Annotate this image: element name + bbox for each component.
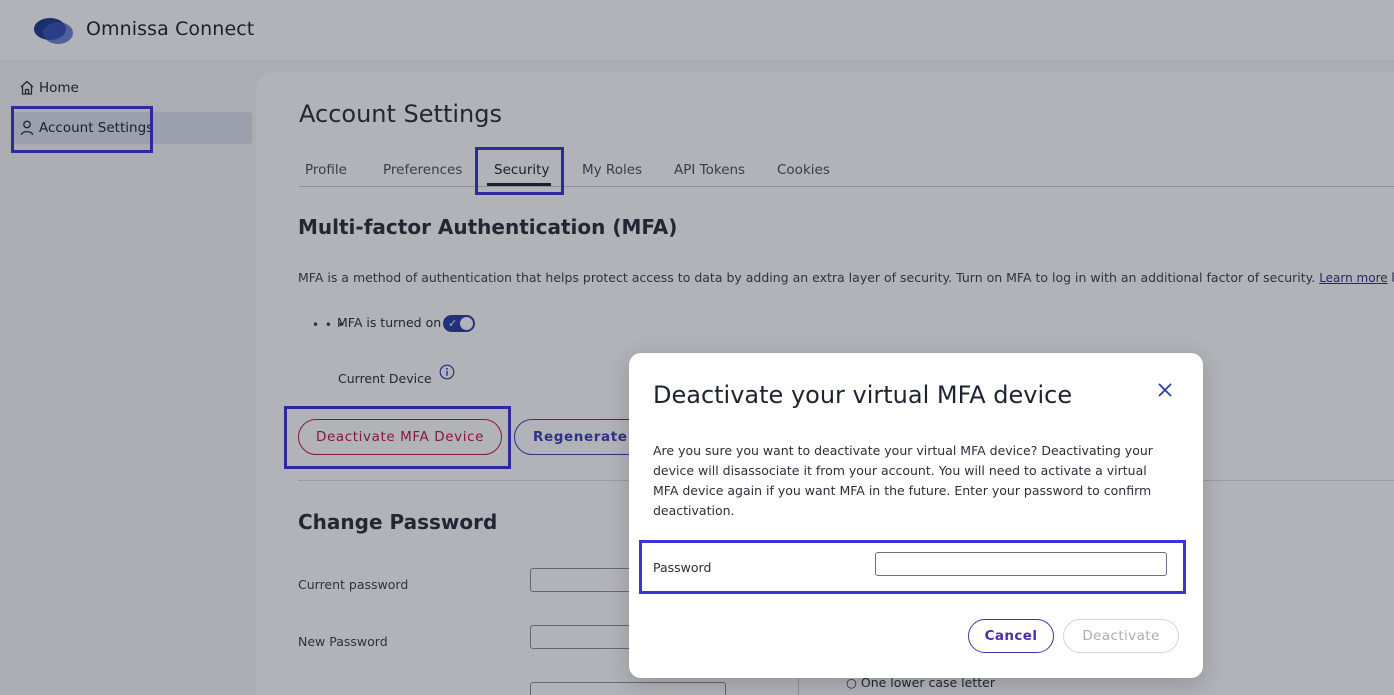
cancel-button[interactable]: Cancel: [968, 619, 1054, 653]
deactivate-mfa-dialog: Deactivate your virtual MFA device Are y…: [629, 353, 1203, 678]
password-label: Password: [653, 560, 712, 575]
deactivate-button[interactable]: Deactivate: [1063, 619, 1179, 653]
close-icon[interactable]: [1156, 381, 1174, 399]
dialog-body: Are you sure you want to deactivate your…: [653, 443, 1153, 518]
password-input[interactable]: [875, 552, 1167, 576]
dialog-title: Deactivate your virtual MFA device: [653, 381, 1073, 409]
